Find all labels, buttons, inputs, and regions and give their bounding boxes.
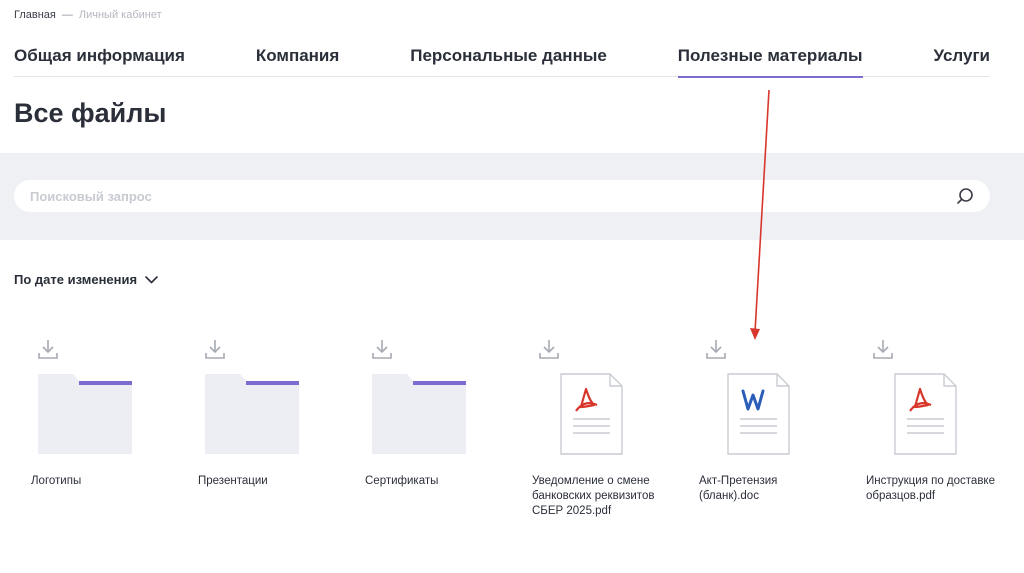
sort-label: По дате изменения xyxy=(14,272,138,287)
file-grid: Логотипы Презентации Сертификаты Уведомл… xyxy=(31,338,1024,548)
download-icon[interactable] xyxy=(371,338,393,360)
file-item[interactable]: Логотипы xyxy=(31,338,198,548)
breadcrumb-home[interactable]: Главная xyxy=(14,9,56,21)
download-icon[interactable] xyxy=(204,338,226,360)
breadcrumb-separator: — xyxy=(61,9,73,21)
file-item[interactable]: Уведомление о смене банковских реквизито… xyxy=(532,338,699,548)
tab-company[interactable]: Компания xyxy=(256,40,339,77)
download-icon[interactable] xyxy=(705,338,727,360)
folder-icon[interactable] xyxy=(37,373,133,455)
file-name[interactable]: Логотипы xyxy=(31,474,161,489)
tab-personal-data[interactable]: Персональные данные xyxy=(410,40,607,77)
tab-bar: Общая информация Компания Персональные д… xyxy=(14,40,990,78)
pdf-file-icon[interactable] xyxy=(538,373,634,455)
file-name[interactable]: Сертификаты xyxy=(365,474,495,489)
download-icon[interactable] xyxy=(538,338,560,360)
file-item[interactable]: Сертификаты xyxy=(365,338,532,548)
search-box xyxy=(14,180,990,212)
page-title: Все файлы xyxy=(14,98,167,128)
folder-icon[interactable] xyxy=(204,373,300,455)
chevron-down-icon xyxy=(145,275,158,283)
folder-icon[interactable] xyxy=(371,373,467,455)
tab-services[interactable]: Услуги xyxy=(933,40,990,77)
file-item[interactable]: Презентации xyxy=(198,338,365,548)
file-name[interactable]: Уведомление о смене банковских реквизито… xyxy=(532,474,662,519)
breadcrumb: Главная — Личный кабинет xyxy=(14,9,162,21)
search-icon[interactable] xyxy=(956,187,974,205)
file-name[interactable]: Презентации xyxy=(198,474,328,489)
breadcrumb-current: Личный кабинет xyxy=(78,9,162,21)
search-input[interactable] xyxy=(30,188,956,204)
download-icon[interactable] xyxy=(37,338,59,360)
search-band xyxy=(0,153,1024,240)
file-item[interactable]: Акт-Претензия (бланк).doc xyxy=(699,338,866,548)
pdf-file-icon[interactable] xyxy=(872,373,968,455)
download-icon[interactable] xyxy=(872,338,894,360)
tab-useful-materials[interactable]: Полезные материалы xyxy=(677,40,863,78)
file-name[interactable]: Инструкция по доставке образцов.pdf xyxy=(866,474,996,504)
sort-dropdown[interactable]: По дате изменения xyxy=(14,272,158,287)
file-name[interactable]: Акт-Претензия (бланк).doc xyxy=(699,474,829,504)
file-item[interactable]: Инструкция по доставке образцов.pdf xyxy=(866,338,1024,548)
tab-general-info[interactable]: Общая информация xyxy=(14,40,185,77)
word-file-icon[interactable] xyxy=(705,373,801,455)
